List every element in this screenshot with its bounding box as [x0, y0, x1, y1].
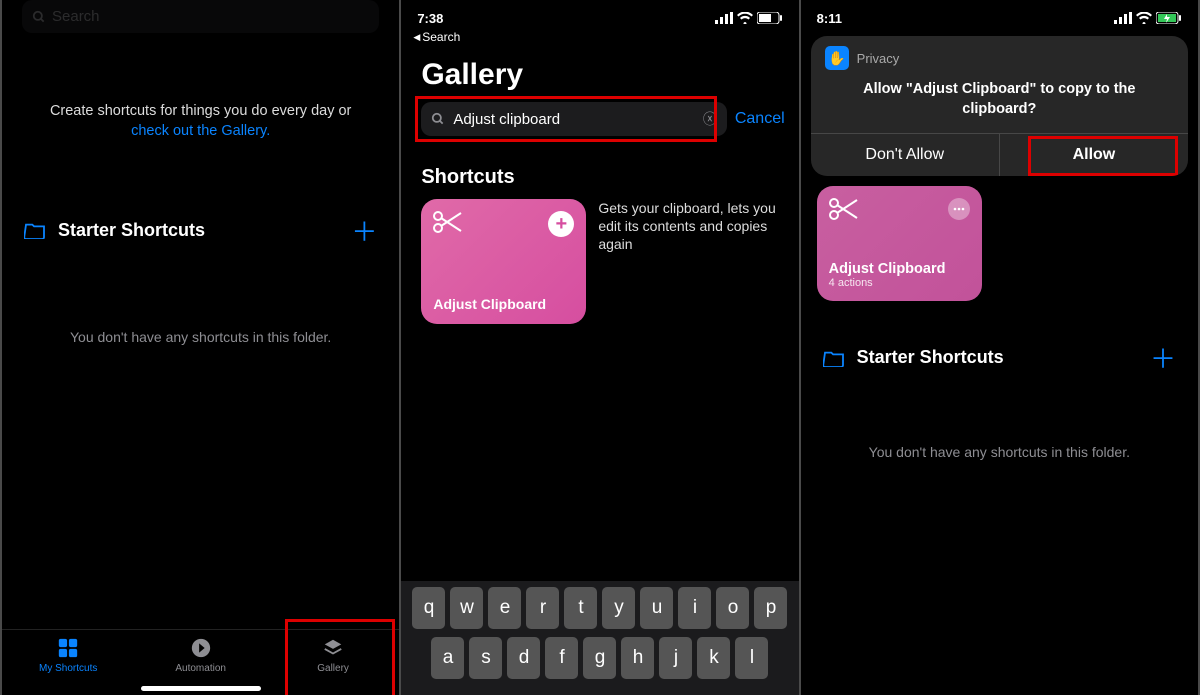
wifi-icon [1136, 12, 1152, 24]
tab-my-shortcuts[interactable]: My Shortcuts [2, 636, 134, 674]
tab-automation[interactable]: Automation [134, 636, 266, 674]
card-title: Adjust Clipboard [829, 261, 970, 277]
key[interactable]: p [754, 587, 787, 629]
scissors-icon [433, 211, 463, 233]
shortcut-card[interactable]: + Adjust Clipboard [421, 199, 586, 324]
scissors-icon [829, 198, 859, 220]
cellular-icon [1114, 12, 1132, 24]
add-shortcut-button[interactable]: ＋ [1150, 339, 1176, 376]
add-shortcut-button[interactable]: ＋ [351, 212, 377, 249]
key[interactable]: g [583, 637, 616, 679]
key[interactable]: i [678, 587, 711, 629]
highlight-box [415, 96, 717, 142]
modal-message: Allow "Adjust Clipboard" to copy to the … [811, 74, 1188, 133]
status-time: 8:11 [817, 11, 842, 26]
home-indicator[interactable] [141, 686, 261, 691]
status-icons [715, 12, 783, 24]
key[interactable]: t [564, 587, 597, 629]
key[interactable]: q [412, 587, 445, 629]
gallery-link[interactable]: check out the Gallery [131, 123, 266, 139]
key[interactable]: y [602, 587, 635, 629]
privacy-modal: ✋ Privacy Allow "Adjust Clipboard" to co… [811, 36, 1188, 176]
battery-icon [757, 12, 783, 24]
key[interactable]: j [659, 637, 692, 679]
cellular-icon [715, 12, 733, 24]
key[interactable]: s [469, 637, 502, 679]
key[interactable]: d [507, 637, 540, 679]
folder-icon [823, 349, 845, 367]
more-icon[interactable] [948, 198, 970, 220]
folder-name: Starter Shortcuts [58, 220, 205, 241]
card-title: Adjust Clipboard [433, 296, 574, 312]
key[interactable]: w [450, 587, 483, 629]
key[interactable]: a [431, 637, 464, 679]
highlight-box [1028, 136, 1178, 176]
result-description: Gets your clipboard, lets you edit its c… [598, 199, 778, 254]
empty-folder-message: You don't have any shortcuts in this fol… [2, 329, 399, 345]
highlight-box [285, 619, 395, 695]
folder-icon [24, 221, 46, 239]
card-subtitle: 4 actions [829, 277, 970, 289]
key[interactable]: u [640, 587, 673, 629]
key[interactable]: r [526, 587, 559, 629]
key[interactable]: l [735, 637, 768, 679]
search-input-collapsed[interactable]: Search [22, 0, 379, 33]
back-to-search[interactable]: Search [401, 30, 798, 50]
grid-icon [56, 636, 80, 660]
keyboard-row-2: a s d f g h j k l [405, 637, 794, 679]
keyboard-row-1: q w e r t y u i o p [405, 587, 794, 629]
dont-allow-button[interactable]: Don't Allow [811, 134, 1000, 176]
intro-text: Create shortcuts for things you do every… [2, 41, 399, 142]
battery-charging-icon [1156, 12, 1182, 24]
page-title: Gallery [401, 50, 798, 102]
automation-icon [189, 636, 213, 660]
wifi-icon [737, 12, 753, 24]
privacy-label: Privacy [857, 51, 900, 66]
add-icon[interactable]: + [548, 211, 574, 237]
key[interactable]: h [621, 637, 654, 679]
key[interactable]: k [697, 637, 730, 679]
hand-icon: ✋ [825, 46, 849, 70]
keyboard[interactable]: q w e r t y u i o p a s d f g h j k l [401, 581, 798, 695]
key[interactable]: o [716, 587, 749, 629]
key[interactable]: f [545, 637, 578, 679]
cancel-button[interactable]: Cancel [735, 110, 785, 128]
folder-name: Starter Shortcuts [857, 347, 1004, 368]
status-time: 7:38 [417, 11, 443, 26]
section-shortcuts: Shortcuts [401, 142, 798, 199]
status-icons [1114, 12, 1182, 24]
key[interactable]: e [488, 587, 521, 629]
empty-folder-message: You don't have any shortcuts in this fol… [801, 444, 1198, 460]
shortcut-card[interactable]: Adjust Clipboard 4 actions [817, 186, 982, 301]
